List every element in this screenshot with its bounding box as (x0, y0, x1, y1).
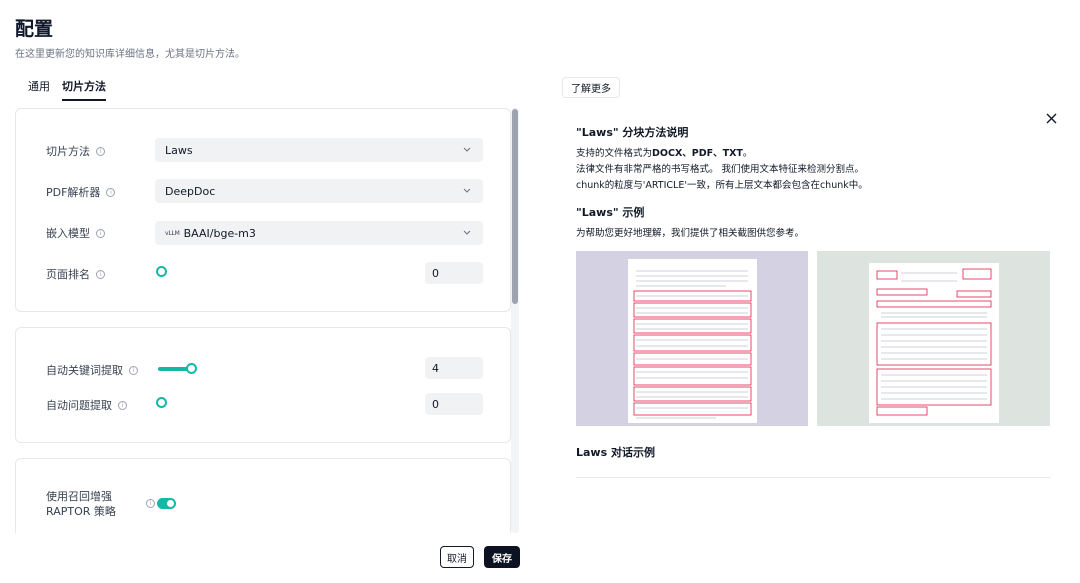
help-icon[interactable]: i (129, 365, 138, 375)
cancel-button[interactable]: 取消 (440, 546, 474, 568)
page-rank-input[interactable]: 0 (425, 262, 483, 284)
auto-questions-input[interactable]: 0 (425, 393, 483, 415)
guide-line2: 法律文件有非常严格的书写格式。 我们使用文本特征来检测分割点。 (576, 164, 865, 175)
auto-keywords-input[interactable]: 4 (425, 357, 483, 379)
guide-line3: chunk的粒度与'ARTICLE'一致，所有上层文本都会包含在chunk中。 (576, 180, 868, 191)
scrollbar-thumb[interactable] (512, 109, 518, 304)
close-icon[interactable] (1045, 112, 1058, 125)
help-icon[interactable]: i (146, 499, 155, 508)
auto-keywords-slider[interactable] (186, 363, 197, 374)
help-icon[interactable]: i (118, 400, 127, 410)
settings-scroll-area[interactable]: 切片方法 i Laws PDF解析器 i DeepDoc 嵌入模型 i vLLM (15, 108, 521, 533)
example-description: 为帮助您更好地理解，我们提供了相关截图供您参考。 (576, 228, 805, 239)
auto-questions-label: 自动问题提取 i (46, 397, 127, 413)
save-button[interactable]: 保存 (484, 546, 520, 568)
pdf-parser-select[interactable]: DeepDoc (155, 179, 483, 203)
example-image-1 (576, 251, 808, 426)
page-title: 配置 (15, 18, 54, 40)
law-form-preview (869, 263, 999, 423)
help-icon[interactable]: i (96, 228, 105, 238)
pdf-parser-label: PDF解析器 i (46, 184, 116, 200)
example-heading: "Laws" 示例 (576, 206, 645, 219)
law-document-preview (628, 259, 757, 423)
page-rank-label: 页面排名 i (46, 266, 105, 282)
learn-more-button[interactable]: 了解更多 (562, 77, 620, 98)
help-icon[interactable]: i (96, 146, 105, 156)
example-image-2 (817, 251, 1050, 426)
chevron-down-icon (463, 230, 471, 235)
config-page: 配置 在这里更新您的知识库详细信息，尤其是切片方法。 通用 切片方法 切片方法 … (0, 0, 1080, 583)
embedding-model-select[interactable]: vLLM BAAI/bge-m3 (155, 221, 483, 245)
auto-extraction-card: 自动关键词提取 i 4 自动问题提取 i 0 (15, 327, 511, 443)
tab-general[interactable]: 通用 (28, 78, 50, 101)
dialog-example-heading: Laws 对话示例 (576, 446, 655, 459)
vllm-icon: vLLM (165, 229, 180, 237)
help-icon[interactable]: i (106, 187, 116, 197)
guide-formats: 支持的文件格式为DOCX、PDF、TXT。 (576, 148, 753, 159)
raptor-label: 使用召回增强 RAPTOR 策略 (46, 490, 116, 518)
help-icon[interactable]: i (96, 269, 105, 279)
auto-keywords-label: 自动关键词提取 i (46, 362, 138, 378)
chevron-down-icon (463, 188, 471, 193)
raptor-toggle[interactable] (157, 498, 176, 509)
embedding-model-label: 嵌入模型 i (46, 225, 105, 241)
chevron-down-icon (463, 147, 471, 152)
page-rank-slider[interactable] (156, 266, 167, 277)
scrollbar[interactable] (511, 108, 519, 533)
divider (576, 477, 1050, 478)
chunk-method-label: 切片方法 i (46, 143, 105, 159)
page-subtitle: 在这里更新您的知识库详细信息，尤其是切片方法。 (15, 49, 245, 60)
tab-chunk-method[interactable]: 切片方法 (62, 78, 106, 101)
raptor-card: 使用召回增强 RAPTOR 策略 i (15, 458, 511, 533)
auto-questions-slider[interactable] (156, 397, 167, 408)
guide-heading: "Laws" 分块方法说明 (576, 126, 689, 139)
tab-bar: 通用 切片方法 (28, 78, 106, 101)
chunk-settings-card: 切片方法 i Laws PDF解析器 i DeepDoc 嵌入模型 i vLLM (15, 108, 511, 312)
chunk-method-select[interactable]: Laws (155, 138, 483, 162)
